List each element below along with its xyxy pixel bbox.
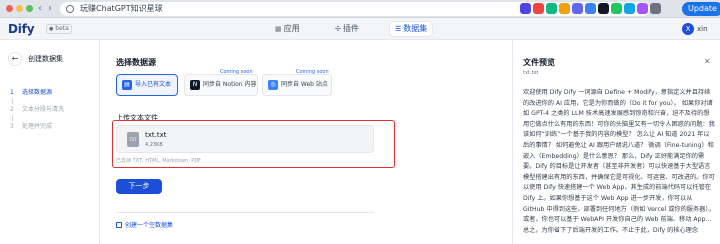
extension-icon[interactable] (650, 3, 661, 14)
maximize-window-button[interactable] (26, 5, 33, 12)
extension-icon[interactable] (572, 3, 583, 14)
globe-icon: ◎ (268, 79, 278, 90)
extension-icon[interactable] (585, 3, 596, 14)
tab-apps[interactable]: ▦ 应用 (270, 22, 305, 36)
database-icon: ☰ (395, 25, 402, 33)
sidebar-title: 创建数据集 (28, 55, 63, 63)
step-number: 3 (10, 123, 14, 130)
step-label: 处理并完成 (22, 123, 53, 130)
tab-plugins[interactable]: ✣ 插件 (330, 22, 364, 36)
steps-sidebar: ← 创建数据集 1 选择数据源 2 文本分段与清洗 3 处理并完成 (0, 40, 100, 244)
tab-apps-label: 应用 (283, 24, 300, 33)
site-icon (66, 5, 74, 13)
beta-badge: ● beta (46, 24, 72, 34)
dify-logo[interactable]: Dify (8, 21, 35, 37)
step-number: 1 (10, 89, 14, 96)
step-2: 2 文本分段与清洗 (10, 105, 64, 115)
source-import-text[interactable]: ▤ 导入已有文本 (116, 74, 178, 96)
source-label: 同步自 Notion 内容 (203, 81, 257, 88)
update-button[interactable]: Update (682, 2, 720, 16)
minimize-window-button[interactable] (16, 5, 23, 12)
source-web[interactable]: ◎ 同步自 Web 站点 (262, 74, 332, 96)
extension-icon[interactable] (637, 3, 648, 14)
preview-file-name: txt.txt (523, 70, 539, 76)
file-preview-panel: 文件预览 txt.txt ✕ 欢迎使用 Dify Dify 一词源自 Defin… (512, 40, 720, 244)
create-empty-dataset-link[interactable]: 创建一个空数据集 (116, 222, 173, 230)
browser-toolbar: ‹ › 玩赚ChatGPT知识星球 Update (0, 0, 720, 18)
tab-plugins-label: 插件 (342, 24, 359, 33)
tab-datasets[interactable]: ☰ 数据集 (390, 22, 433, 36)
step-connector (12, 115, 13, 121)
source-label: 同步自 Web 站点 (281, 81, 328, 88)
next-button[interactable]: 下一步 (116, 179, 162, 194)
user-name[interactable]: xin (697, 23, 708, 35)
back-arrow-icon[interactable]: ‹ (38, 2, 42, 16)
create-empty-label: 创建一个空数据集 (125, 222, 174, 229)
step-3: 3 处理并完成 (10, 122, 52, 132)
beta-label: beta (55, 25, 69, 32)
extension-icon[interactable] (598, 3, 609, 14)
close-window-button[interactable] (6, 5, 13, 12)
forward-arrow-icon[interactable]: › (48, 2, 52, 16)
preview-content: 欢迎使用 Dify Dify 一词源自 Define + Modify，意指定义… (523, 89, 715, 234)
extension-icon[interactable] (559, 3, 570, 14)
close-icon[interactable]: ✕ (704, 57, 711, 67)
source-notion[interactable]: N 同步自 Notion 内容 (184, 74, 258, 96)
notion-icon: N (190, 79, 200, 90)
extension-icon[interactable] (533, 3, 544, 14)
grid-icon: ▦ (275, 25, 282, 33)
address-text: 玩赚ChatGPT知识星球 (80, 4, 163, 13)
source-label: 导入已有文本 (135, 81, 172, 88)
back-button[interactable]: ← (8, 52, 22, 66)
step-connector (12, 98, 13, 104)
extension-icon[interactable] (624, 3, 635, 14)
step-1: 1 选择数据源 (10, 88, 52, 98)
arrow-left-icon: ← (11, 54, 19, 63)
extension-icon[interactable] (546, 3, 557, 14)
app-header: Dify ● beta ▦ 应用 ✣ 插件 ☰ 数据集 X xin (0, 18, 720, 40)
puzzle-icon: ✣ (335, 25, 341, 33)
step-number: 2 (10, 106, 14, 113)
folder-icon (116, 222, 122, 228)
document-icon: ▤ (122, 79, 132, 90)
step-label: 文本分段与清洗 (22, 106, 65, 113)
step-label: 选择数据源 (22, 89, 53, 96)
tab-datasets-label: 数据集 (403, 24, 428, 33)
beta-dot-icon: ● (49, 26, 54, 32)
divider (116, 212, 374, 213)
preview-title: 文件预览 (523, 58, 555, 67)
extension-icon[interactable] (611, 3, 622, 14)
extension-icon[interactable] (520, 3, 531, 14)
avatar[interactable]: X (682, 23, 694, 35)
highlight-box (112, 120, 395, 168)
page-title: 选择数据源 (116, 58, 156, 67)
